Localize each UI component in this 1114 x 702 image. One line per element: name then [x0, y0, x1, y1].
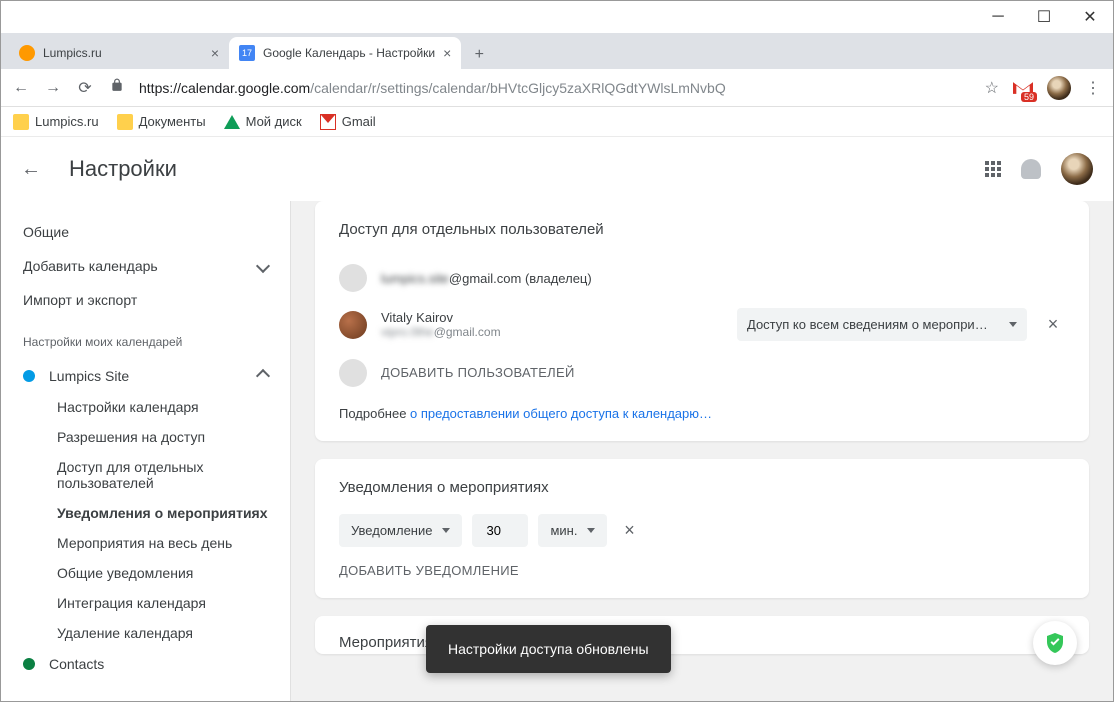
sidebar-section-label: Настройки моих календарей: [1, 317, 290, 359]
settings-sidebar: Общие Добавить календарь Импорт и экспор…: [1, 201, 291, 701]
notification-value-input[interactable]: 30: [472, 514, 528, 547]
avatar-placeholder-icon: [339, 359, 367, 387]
dropdown-icon: [442, 528, 450, 533]
user-name: Vitaly Kairov: [381, 310, 723, 325]
forward-button[interactable]: →: [43, 79, 63, 97]
sidebar-sub-allday-events[interactable]: Мероприятия на весь день: [1, 528, 290, 558]
close-window-button[interactable]: ✕: [1067, 1, 1113, 33]
window-titlebar: ─ ☐ ✕: [1, 1, 1113, 33]
profile-avatar-icon[interactable]: [1047, 76, 1071, 100]
user-email: vipro.0the@gmail.com: [381, 325, 723, 339]
shield-fab-button[interactable]: [1033, 621, 1077, 665]
add-user-row[interactable]: ДОБАВИТЬ ПОЛЬЗОВАТЕЛЕЙ: [339, 349, 1065, 396]
drive-icon: [224, 115, 240, 129]
card-event-notifications: Уведомления о мероприятиях Уведомление 3…: [315, 459, 1089, 598]
bookmark-star-icon[interactable]: ☆: [985, 78, 999, 98]
reload-button[interactable]: ⟳: [75, 78, 95, 98]
bookmark-gmail[interactable]: Gmail: [320, 114, 376, 130]
remove-notification-button[interactable]: ×: [617, 520, 641, 541]
sidebar-calendar-contacts[interactable]: Contacts: [1, 648, 290, 680]
calendar-color-dot: [23, 658, 35, 670]
shield-icon: [1043, 631, 1067, 655]
lock-icon[interactable]: [107, 78, 127, 97]
minimize-button[interactable]: ─: [975, 1, 1021, 33]
settings-main: Доступ для отдельных пользователей lumpi…: [291, 201, 1113, 701]
sidebar-sub-event-notifications[interactable]: Уведомления о мероприятиях: [1, 498, 290, 528]
chevron-down-icon: [258, 258, 268, 274]
card-title: Доступ для отдельных пользователей: [339, 221, 1065, 238]
gmail-icon: [320, 114, 336, 130]
sidebar-calendar-lumpics[interactable]: Lumpics Site: [1, 359, 290, 392]
learn-more-link[interactable]: о предоставлении общего доступа к календ…: [410, 406, 712, 421]
sidebar-sub-remove[interactable]: Удаление календаря: [1, 618, 290, 648]
add-user-label: ДОБАВИТЬ ПОЛЬЗОВАТЕЛЕЙ: [381, 357, 575, 388]
sidebar-item-import-export[interactable]: Импорт и экспорт: [1, 283, 290, 317]
browser-tabbar: Lumpics.ru × 17 Google Календарь - Настр…: [1, 33, 1113, 69]
gmail-extension-icon[interactable]: 59: [1011, 76, 1035, 100]
favicon-calendar-icon: 17: [239, 45, 255, 61]
browser-tab-calendar[interactable]: 17 Google Календарь - Настройки ×: [229, 37, 461, 69]
close-tab-icon[interactable]: ×: [211, 45, 219, 61]
dropdown-icon: [1009, 322, 1017, 327]
sidebar-item-add-calendar[interactable]: Добавить календарь: [1, 249, 290, 283]
tab-title: Google Календарь - Настройки: [263, 46, 435, 60]
notifications-icon[interactable]: [1021, 159, 1041, 179]
close-tab-icon[interactable]: ×: [443, 45, 451, 61]
owner-label: lumpics.site@gmail.com (владелец): [381, 271, 1065, 286]
browser-addressbar: ← → ⟳ https://calendar.google.com/calend…: [1, 69, 1113, 107]
learn-more-text: Подробнее о предоставлении общего доступ…: [339, 406, 1065, 421]
dropdown-icon: [587, 528, 595, 533]
new-tab-button[interactable]: +: [465, 41, 493, 69]
notification-type-select[interactable]: Уведомление: [339, 514, 462, 547]
user-row-owner: lumpics.site@gmail.com (владелец): [339, 256, 1065, 300]
sidebar-sub-general-notifications[interactable]: Общие уведомления: [1, 558, 290, 588]
sidebar-sub-calendar-settings[interactable]: Настройки календаря: [1, 392, 290, 422]
chevron-up-icon: [258, 367, 268, 384]
browser-tab-lumpics[interactable]: Lumpics.ru ×: [9, 37, 229, 69]
user-info: Vitaly Kairov vipro.0the@gmail.com: [381, 310, 723, 339]
toast-message: Настройки доступа обновлены: [426, 625, 671, 673]
avatar-icon: [339, 264, 367, 292]
folder-icon: [117, 114, 133, 130]
tab-title: Lumpics.ru: [43, 46, 102, 60]
calendar-color-dot: [23, 370, 35, 382]
url-input[interactable]: https://calendar.google.com/calendar/r/s…: [139, 80, 973, 96]
google-apps-icon[interactable]: [985, 161, 1001, 177]
notification-row: Уведомление 30 мин. ×: [339, 514, 1065, 547]
maximize-button[interactable]: ☐: [1021, 1, 1067, 33]
gmail-badge: 59: [1021, 92, 1037, 102]
bookmark-drive[interactable]: Мой диск: [224, 114, 302, 129]
account-avatar[interactable]: [1061, 153, 1093, 185]
permission-select[interactable]: Доступ ко всем сведениям о меропри…: [737, 308, 1027, 341]
back-button[interactable]: ←: [11, 79, 31, 97]
app-header: ← Настройки: [1, 137, 1113, 201]
add-notification-button[interactable]: ДОБАВИТЬ УВЕДОМЛЕНИЕ: [339, 563, 1065, 578]
sidebar-sub-integrate[interactable]: Интеграция календаря: [1, 588, 290, 618]
bookmark-documents[interactable]: Документы: [117, 114, 206, 130]
browser-menu-icon[interactable]: ⋮: [1083, 78, 1103, 98]
card-user-access: Доступ для отдельных пользователей lumpi…: [315, 201, 1089, 441]
sidebar-sub-specific-people[interactable]: Доступ для отдельных пользователей: [1, 452, 290, 498]
bookmark-lumpics[interactable]: Lumpics.ru: [13, 114, 99, 130]
user-row-shared: Vitaly Kairov vipro.0the@gmail.com Досту…: [339, 300, 1065, 349]
folder-icon: [13, 114, 29, 130]
page-title: Настройки: [69, 156, 177, 182]
remove-user-button[interactable]: ×: [1041, 314, 1065, 335]
avatar-icon: [339, 311, 367, 339]
favicon-icon: [19, 45, 35, 61]
sidebar-sub-access-permissions[interactable]: Разрешения на доступ: [1, 422, 290, 452]
settings-back-button[interactable]: ←: [21, 158, 41, 181]
notification-unit-select[interactable]: мин.: [538, 514, 607, 547]
card-title: Уведомления о мероприятиях: [339, 479, 1065, 496]
bookmarks-bar: Lumpics.ru Документы Мой диск Gmail: [1, 107, 1113, 137]
sidebar-item-general[interactable]: Общие: [1, 215, 290, 249]
